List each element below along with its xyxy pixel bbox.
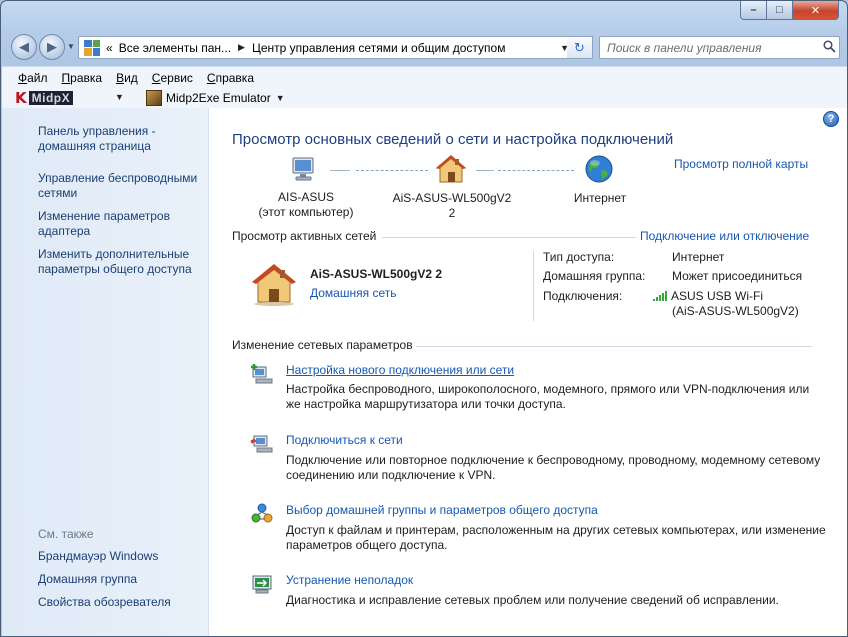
task-troubleshoot-link[interactable]: Устранение неполадок: [286, 573, 413, 587]
change-settings-header: Изменение сетевых параметров: [232, 338, 413, 352]
menu-edit[interactable]: Правка: [62, 71, 103, 85]
explorer-window: – □ ✕ ◀ ▶ ▼ « Все элементы пан... ▶ Цент…: [0, 0, 848, 637]
access-type-value: Интернет: [672, 250, 725, 264]
addon-toolbar: K MidpX ▼ Midp2Exe Emulator ▼: [2, 88, 847, 108]
wifi-signal-icon: [653, 291, 667, 301]
navigation-bar: ◀ ▶ ▼ « Все элементы пан... ▶ Центр упра…: [1, 32, 847, 62]
emulator-label: Midp2Exe Emulator: [166, 91, 271, 105]
task-homegroup-link[interactable]: Выбор домашней группы и параметров общег…: [286, 503, 598, 517]
task-connect-network-desc: Подключение или повторное подключение к …: [286, 453, 821, 482]
map-link-dashed: [356, 170, 428, 171]
sidebar-link-adapter-settings[interactable]: Изменение параметров адаптера: [38, 209, 208, 239]
sidebar-link-control-panel-home[interactable]: Панель управления - домашняя страница: [38, 124, 208, 154]
map-link-line: [330, 170, 350, 171]
sidebar-link-sharing-settings[interactable]: Изменить дополнительные параметры общего…: [38, 247, 208, 277]
view-full-map-link[interactable]: Просмотр полной карты: [674, 157, 808, 171]
address-overflow[interactable]: «: [106, 41, 113, 55]
section-divider: [416, 346, 812, 347]
computer-subtitle: (этот компьютер): [258, 205, 354, 219]
breadcrumb-all-items[interactable]: Все элементы пан...: [119, 41, 231, 55]
troubleshoot-icon[interactable]: [250, 572, 274, 596]
minimize-button[interactable]: –: [740, 1, 767, 20]
computer-icon[interactable]: [289, 154, 319, 184]
help-icon: ?: [827, 113, 835, 125]
help-button[interactable]: ?: [823, 111, 839, 127]
task-connect-network-link[interactable]: Подключиться к сети: [286, 433, 403, 447]
refresh-icon: ↻: [574, 39, 585, 55]
active-networks-header: Просмотр активных сетей: [232, 229, 377, 243]
task-homegroup-desc: Доступ к файлам и принтерам, расположенн…: [286, 523, 826, 552]
homegroup-label: Домашняя группа:: [543, 269, 646, 283]
menu-bar: Файл Правка Вид Сервис Справка: [2, 66, 847, 88]
back-arrow-icon: ◀: [19, 39, 29, 54]
active-network-name: AiS-ASUS-WL500gV2 2: [310, 267, 443, 281]
computer-node-label: AIS-ASUS (этот компьютер): [252, 190, 360, 220]
refresh-button[interactable]: ↻: [567, 36, 593, 59]
homegroup-join-link[interactable]: Может присоединиться: [672, 269, 802, 284]
connect-network-icon[interactable]: [250, 432, 274, 456]
emulator-button[interactable]: Midp2Exe Emulator ▼: [146, 89, 285, 107]
see-also-firewall[interactable]: Брандмауэр Windows: [38, 549, 208, 564]
maximize-button[interactable]: □: [767, 1, 793, 20]
task-setup-new-connection-desc: Настройка беспроводного, широкополосного…: [286, 382, 810, 411]
search-icon[interactable]: [819, 39, 839, 56]
page-title: Просмотр основных сведений о сети и наст…: [232, 131, 674, 148]
forward-arrow-icon: ▶: [47, 39, 57, 54]
emulator-icon: [146, 90, 162, 106]
router-node-label: AiS-ASUS-WL500gV2 2: [392, 191, 512, 220]
section-divider: [382, 237, 636, 238]
menu-tools[interactable]: Сервис: [152, 71, 193, 85]
midpx-logo-k: K: [15, 89, 27, 107]
see-also-title: См. также: [38, 527, 94, 541]
new-connection-icon[interactable]: [250, 362, 274, 386]
network-details-divider: [533, 251, 534, 321]
search-input[interactable]: [607, 40, 819, 55]
address-bar[interactable]: « Все элементы пан... ▶ Центр управления…: [78, 36, 592, 59]
network-type-link[interactable]: Домашняя сеть: [310, 286, 396, 300]
access-type-label: Тип доступа:: [543, 250, 615, 264]
midpx-button[interactable]: K MidpX: [15, 89, 74, 107]
menu-file[interactable]: Файл: [18, 71, 48, 85]
internet-globe-icon[interactable]: [584, 154, 614, 184]
computer-name: AIS-ASUS: [277, 190, 334, 204]
connect-disconnect-link[interactable]: Подключение или отключение: [640, 229, 809, 243]
back-button[interactable]: ◀: [11, 34, 37, 60]
wifi-connection-link[interactable]: ASUS USB Wi-Fi (AiS-ASUS-WL500gV2): [653, 289, 799, 319]
home-network-icon[interactable]: [250, 262, 298, 306]
midpx-dropdown-icon[interactable]: ▼: [115, 92, 124, 102]
search-box[interactable]: [599, 36, 840, 59]
connections-label: Подключения:: [543, 289, 623, 303]
emulator-dropdown-icon[interactable]: ▼: [276, 93, 285, 103]
task-troubleshoot-desc: Диагностика и исправление сетевых пробле…: [286, 593, 779, 607]
breadcrumb-network-center[interactable]: Центр управления сетями и общим доступом: [252, 41, 506, 55]
map-link-line: [476, 170, 494, 171]
router-house-icon[interactable]: [435, 153, 467, 185]
control-panel-icon: [84, 39, 100, 56]
forward-button[interactable]: ▶: [39, 34, 65, 60]
see-also-homegroup[interactable]: Домашняя группа: [38, 572, 208, 587]
sidebar-link-manage-wireless[interactable]: Управление беспроводными сетями: [38, 171, 208, 201]
map-link-dashed: [498, 170, 574, 171]
left-pane: Панель управления - домашняя страница Уп…: [2, 108, 209, 636]
menu-view[interactable]: Вид: [116, 71, 138, 85]
midpx-logo-text: MidpX: [28, 91, 74, 105]
recent-pages-dropdown[interactable]: ▼: [67, 42, 75, 51]
homegroup-icon[interactable]: [250, 502, 274, 526]
task-setup-new-connection-link[interactable]: Настройка нового подключения или сети: [286, 363, 514, 377]
close-button[interactable]: ✕: [793, 1, 839, 20]
menu-help[interactable]: Справка: [207, 71, 254, 85]
connection-network-name: (AiS-ASUS-WL500gV2): [672, 304, 799, 318]
title-bar: – □ ✕: [1, 1, 847, 29]
connection-adapter-name: ASUS USB Wi-Fi: [671, 289, 764, 303]
breadcrumb-separator-icon[interactable]: ▶: [238, 42, 245, 53]
internet-node-label: Интернет: [573, 191, 627, 205]
see-also-internet-options[interactable]: Свойства обозревателя: [38, 595, 208, 610]
content-area: Панель управления - домашняя страница Уп…: [2, 108, 847, 636]
